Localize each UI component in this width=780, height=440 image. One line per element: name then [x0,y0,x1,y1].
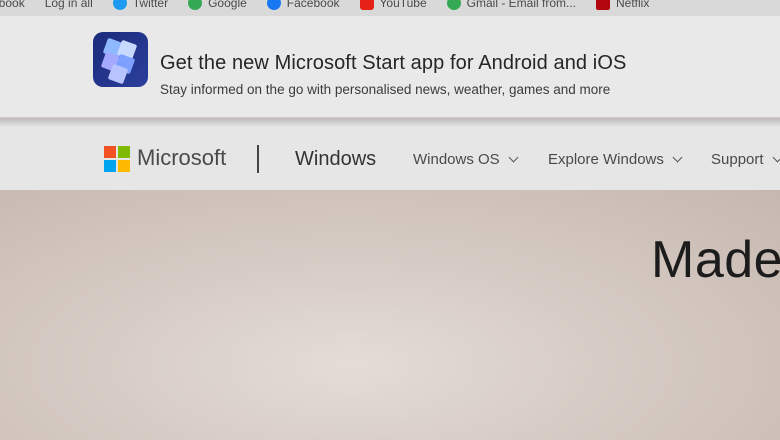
header-divider [257,145,259,173]
bookmark-label: Facebook [0,0,25,10]
bookmark-label: Netflix [616,0,650,10]
windows-product-link[interactable]: Windows [295,148,376,171]
bookmark-youtube[interactable]: YouTube [359,0,427,10]
bookmark-label: Twitter [132,0,169,10]
chevron-down-icon [772,152,780,163]
bookmark-log-in[interactable]: Log in all [45,0,93,10]
bookmark-label: Google [208,0,247,10]
bookmark-facebook[interactable]: Facebook [0,0,25,10]
chevron-down-icon [508,152,519,163]
netflix-icon [596,0,610,10]
bookmark-twitter[interactable]: Twitter [112,0,169,10]
twitter-icon [112,0,127,10]
chevron-down-icon [672,152,683,163]
bookmark-google[interactable]: Google [188,0,247,10]
bookmark-label: Log in all [44,0,93,10]
nav-label: Windows OS [413,151,500,168]
gmail-icon [446,0,461,10]
hero-title: Made [651,231,780,289]
bookmark-facebook-2[interactable]: Facebook [266,0,340,10]
nav-label: Explore Windows [548,151,664,168]
hero-section [0,190,780,440]
nav-support[interactable]: Support [711,151,780,168]
nav-label: Support [711,151,764,168]
youtube-icon [359,0,374,10]
microsoft-start-app-icon[interactable] [93,32,148,87]
nav-explore-windows[interactable]: Explore Windows [548,151,683,168]
bookmark-netflix[interactable]: Netflix [596,0,649,10]
promo-title[interactable]: Get the new Microsoft Start app for Andr… [160,52,626,75]
bookmark-label: YouTube [379,0,427,10]
microsoft-logo-icon[interactable] [104,146,130,172]
bookmark-gmail[interactable]: Gmail - Email from... [446,0,576,10]
bookmark-label: Gmail - Email from... [466,0,576,10]
nav-windows-os[interactable]: Windows OS [413,151,519,168]
google-icon [188,0,203,10]
facebook-icon [266,0,281,10]
bookmarks-bar: Facebook Log in all Twitter Google Faceb… [0,0,780,16]
bookmark-label: Facebook [286,0,340,10]
promo-subtitle: Stay informed on the go with personalise… [160,82,611,97]
microsoft-brand-link[interactable]: Microsoft [137,145,226,171]
